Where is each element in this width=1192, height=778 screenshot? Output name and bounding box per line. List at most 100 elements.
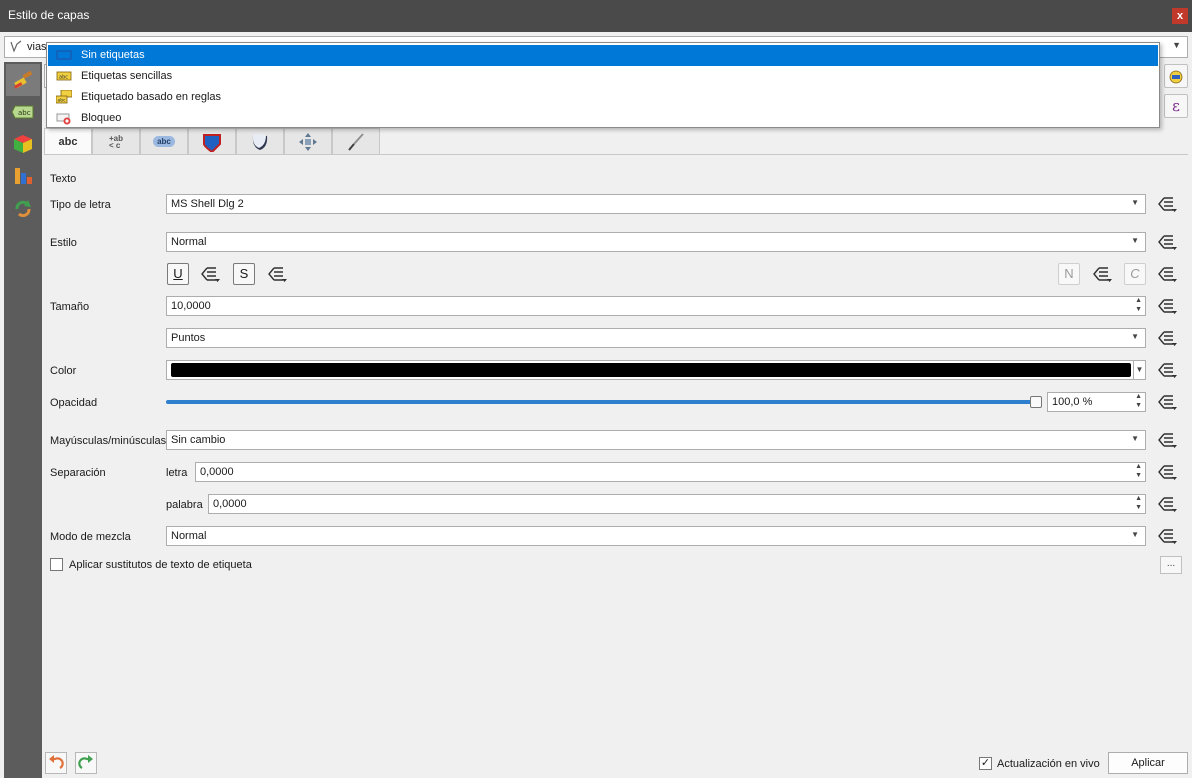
strikeout-button[interactable]: S bbox=[233, 263, 255, 285]
label-tabs: abc +ab < c abc bbox=[44, 128, 380, 154]
tab-placement[interactable] bbox=[284, 128, 332, 154]
data-defined-override-icon[interactable] bbox=[1156, 463, 1178, 481]
size-unit-value: Puntos bbox=[171, 332, 206, 344]
blend-mode-combo[interactable]: Normal ▼ bbox=[166, 526, 1146, 546]
tab-background[interactable] bbox=[188, 128, 236, 154]
data-defined-override-icon[interactable] bbox=[1156, 495, 1178, 513]
tab-text[interactable]: abc bbox=[44, 128, 92, 154]
expression-button[interactable]: ε bbox=[1164, 94, 1188, 118]
data-defined-override-icon[interactable] bbox=[1156, 265, 1178, 283]
live-update-checkbox[interactable]: ✓ bbox=[979, 757, 992, 770]
color-swatch bbox=[171, 363, 1131, 377]
svg-text:abc: abc bbox=[58, 98, 67, 104]
buffer-tab-icon: abc bbox=[153, 136, 175, 147]
sidebar-item-diagrams[interactable] bbox=[6, 160, 40, 192]
data-defined-override-icon[interactable] bbox=[1156, 527, 1178, 545]
tab-rendering[interactable] bbox=[332, 128, 380, 154]
data-defined-override-icon[interactable] bbox=[266, 265, 288, 283]
chevron-down-icon[interactable]: ▼ bbox=[1133, 361, 1145, 379]
tab-buffer[interactable]: abc bbox=[140, 128, 188, 154]
size-value: 10,0000 bbox=[171, 300, 211, 312]
data-defined-override-icon[interactable] bbox=[1156, 329, 1178, 347]
spin-down-icon[interactable]: ▼ bbox=[1135, 504, 1142, 511]
chevron-down-icon: ▼ bbox=[1131, 434, 1139, 443]
case-value: Sin cambio bbox=[171, 434, 226, 446]
abc-label-icon: abc bbox=[11, 105, 34, 119]
italic-button[interactable]: C bbox=[1124, 263, 1146, 285]
chevron-down-icon: ▼ bbox=[1172, 40, 1181, 50]
underline-button[interactable]: U bbox=[167, 263, 189, 285]
case-label: Mayúsculas/minúsculas bbox=[50, 435, 167, 447]
live-update-label: Actualización en vivo bbox=[997, 758, 1100, 770]
data-defined-override-icon[interactable] bbox=[1156, 361, 1178, 379]
undo-button[interactable] bbox=[45, 752, 67, 774]
data-defined-override-icon[interactable] bbox=[1156, 233, 1178, 251]
sidebar-item-history[interactable] bbox=[6, 192, 40, 224]
bold-button[interactable]: N bbox=[1058, 263, 1080, 285]
size-spinbox[interactable]: 10,0000 ▲ ▼ bbox=[166, 296, 1146, 316]
style-manager-button[interactable] bbox=[1164, 64, 1188, 88]
diagram-icon bbox=[15, 168, 32, 184]
letter-spacing-value: 0,0000 bbox=[200, 466, 234, 478]
dropdown-item-blocking[interactable]: Bloqueo bbox=[48, 108, 1158, 129]
svg-text:abc: abc bbox=[59, 75, 68, 81]
sidebar-item-symbology[interactable] bbox=[6, 64, 40, 96]
opacity-slider-handle[interactable] bbox=[1030, 396, 1042, 408]
tab-formatting[interactable]: +ab < c bbox=[92, 128, 140, 154]
substitutes-label: Aplicar sustitutos de texto de etiqueta bbox=[69, 559, 252, 571]
data-defined-override-icon[interactable] bbox=[1156, 195, 1178, 213]
redo-button[interactable] bbox=[75, 752, 97, 774]
style-manager-icon bbox=[1169, 70, 1183, 84]
size-unit-combo[interactable]: Puntos ▼ bbox=[166, 328, 1146, 348]
spin-up-icon[interactable]: ▲ bbox=[1135, 297, 1142, 304]
word-spacing-value: 0,0000 bbox=[213, 498, 247, 510]
close-button[interactable]: x bbox=[1172, 8, 1188, 24]
word-spacing-spinbox[interactable]: 0,0000 ▲ ▼ bbox=[208, 494, 1146, 514]
opacity-spinbox[interactable]: 100,0 % ▲ ▼ bbox=[1047, 392, 1146, 412]
sidebar-item-3d-view[interactable] bbox=[6, 128, 40, 160]
data-defined-override-icon[interactable] bbox=[1156, 393, 1178, 411]
shadow-tab-icon bbox=[252, 133, 268, 150]
dropdown-item-single-labels[interactable]: abc Etiquetas sencillas bbox=[48, 66, 1158, 87]
undo-icon bbox=[49, 755, 64, 769]
spin-down-icon[interactable]: ▼ bbox=[1135, 472, 1142, 479]
data-defined-override-icon[interactable] bbox=[199, 265, 221, 283]
redo-icon bbox=[78, 755, 93, 769]
text-tab-icon: abc bbox=[58, 135, 78, 148]
data-defined-override-icon[interactable] bbox=[1156, 431, 1178, 449]
substitutes-edit-button[interactable]: ... bbox=[1160, 556, 1182, 574]
dropdown-item-no-labels[interactable]: Sin etiquetas bbox=[48, 45, 1158, 66]
dropdown-item-rule-based-labels[interactable]: abc Etiquetado basado en reglas bbox=[48, 87, 1158, 108]
opacity-value: 100,0 % bbox=[1052, 396, 1093, 408]
apply-button[interactable]: Aplicar bbox=[1108, 752, 1188, 774]
paintbrush-icon bbox=[14, 70, 33, 89]
substitutes-checkbox[interactable] bbox=[50, 558, 63, 571]
spin-up-icon[interactable]: ▲ bbox=[1135, 495, 1142, 502]
tab-shadow[interactable] bbox=[236, 128, 284, 154]
svg-text:abc: abc bbox=[18, 109, 31, 117]
font-combo[interactable]: MS Shell Dlg 2 ▼ bbox=[166, 194, 1146, 214]
spin-down-icon[interactable]: ▼ bbox=[1135, 402, 1142, 409]
letter-spacing-spinbox[interactable]: 0,0000 ▲ ▼ bbox=[195, 462, 1146, 482]
spin-down-icon[interactable]: ▼ bbox=[1135, 306, 1142, 313]
history-icon bbox=[15, 200, 31, 217]
cube-icon bbox=[14, 135, 32, 153]
opacity-slider-track[interactable] bbox=[166, 400, 1036, 404]
color-button[interactable]: ▼ bbox=[166, 360, 1146, 380]
font-value: MS Shell Dlg 2 bbox=[171, 198, 244, 210]
style-value: Normal bbox=[171, 236, 207, 248]
font-label: Tipo de letra bbox=[50, 199, 111, 211]
spin-up-icon[interactable]: ▲ bbox=[1135, 463, 1142, 470]
data-defined-override-icon[interactable] bbox=[1156, 297, 1178, 315]
layer-selector-value: vias bbox=[27, 41, 47, 53]
blend-mode-value: Normal bbox=[171, 530, 207, 542]
spacing-label: Separación bbox=[50, 467, 106, 479]
title-bar: Estilo de capas x bbox=[0, 0, 1192, 32]
color-label: Color bbox=[50, 365, 77, 377]
case-combo[interactable]: Sin cambio ▼ bbox=[166, 430, 1146, 450]
spin-up-icon[interactable]: ▲ bbox=[1135, 393, 1142, 400]
style-combo[interactable]: Normal ▼ bbox=[166, 232, 1146, 252]
data-defined-override-icon[interactable] bbox=[1091, 265, 1113, 283]
opacity-label: Opacidad bbox=[50, 397, 98, 409]
sidebar-item-labels[interactable]: abc bbox=[6, 96, 40, 128]
